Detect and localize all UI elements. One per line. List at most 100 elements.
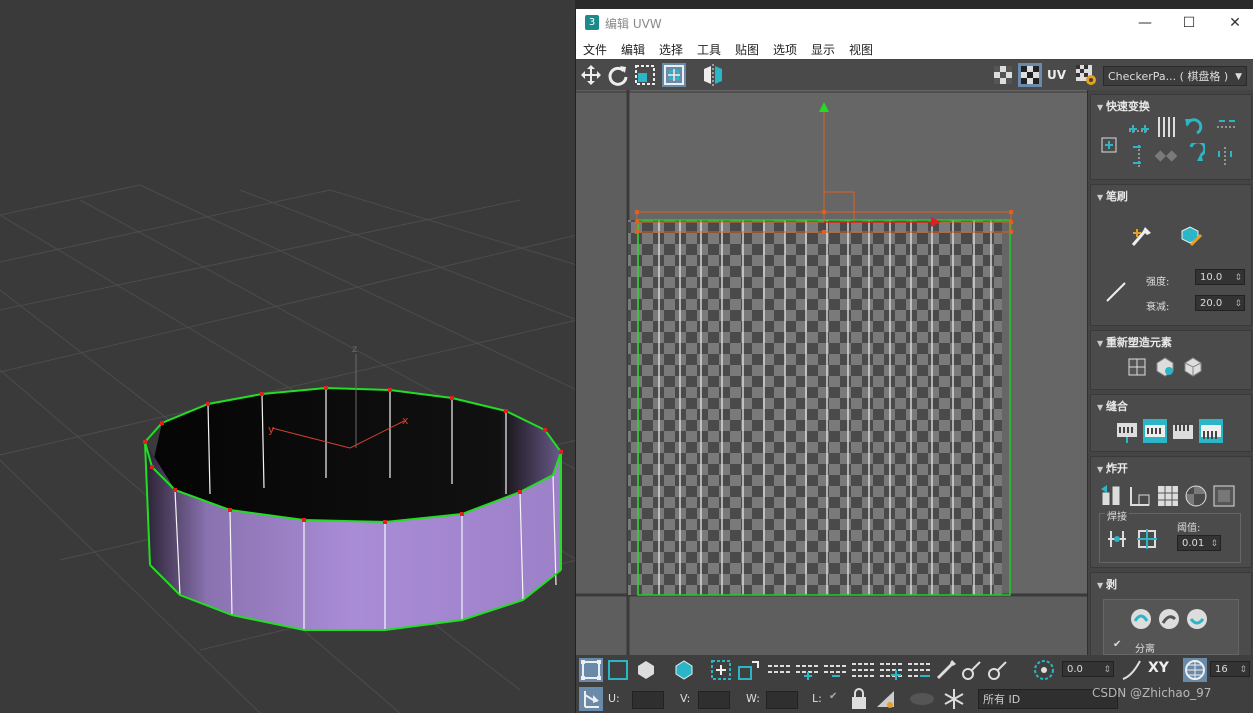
u-field[interactable] <box>632 691 664 709</box>
texture-dropdown[interactable]: CheckerPa... ( 棋盘格 ) ▼ <box>1103 66 1247 86</box>
polygon-select-icon[interactable] <box>634 658 658 682</box>
checker-icon[interactable] <box>1018 63 1042 87</box>
bottom-toolbar: 0.0 XY 16 U: V: W: L: ✔ 所有 ID <box>576 655 1253 713</box>
absolute-offset-icon[interactable] <box>579 687 603 711</box>
strength-spinner[interactable]: 10.0 <box>1195 269 1245 286</box>
rotate-icon[interactable] <box>606 63 630 87</box>
title-bar[interactable]: 3 编辑 UVW — ☐ ✕ <box>576 9 1253 37</box>
set-pivot-icon[interactable] <box>1101 137 1117 153</box>
flatten-by-polygon-icon[interactable] <box>1155 483 1181 509</box>
freeze-icon[interactable] <box>942 687 966 711</box>
minimize-button[interactable]: — <box>1130 12 1160 34</box>
flip-horizontal-icon[interactable] <box>1215 117 1239 137</box>
flip-vertical-icon[interactable] <box>1215 145 1235 169</box>
straighten-icon[interactable] <box>1155 145 1177 167</box>
uv-editor-canvas[interactable] <box>576 90 1087 655</box>
paint-select-icon[interactable] <box>934 658 958 682</box>
edit-uvw-window[interactable]: 3 编辑 UVW — ☐ ✕ 文件 编辑 选择 工具 贴图 选项 显示 视图 U… <box>575 9 1253 713</box>
stitch-custom-icon[interactable] <box>1199 419 1223 443</box>
menu-edit[interactable]: 编辑 <box>621 41 645 58</box>
uv-editor-svg <box>576 90 1087 655</box>
soft-selection-icon[interactable] <box>1032 658 1056 682</box>
loop-select-icon[interactable] <box>850 658 876 682</box>
stitch-to-source-icon[interactable] <box>1171 419 1195 443</box>
peel-mode-icon[interactable] <box>1157 607 1181 631</box>
rollout-title-reshape: 重新塑造元素 <box>1097 334 1172 350</box>
menu-tools[interactable]: 工具 <box>697 41 721 58</box>
freeform-icon[interactable] <box>662 63 686 87</box>
w-field[interactable] <box>766 691 798 709</box>
ring-select-icon[interactable] <box>766 658 792 682</box>
paint-grow-icon[interactable] <box>960 658 984 682</box>
stitch-to-average-icon[interactable] <box>1143 419 1167 443</box>
vertex-select-icon[interactable] <box>579 658 603 682</box>
snap-grid-icon[interactable] <box>1183 658 1207 682</box>
grid-size-spinner[interactable]: 16 <box>1210 661 1250 678</box>
close-button[interactable]: ✕ <box>1220 12 1250 34</box>
loop-shrink-icon[interactable] <box>906 658 932 682</box>
perspective-viewport[interactable]: y x z <box>0 0 577 713</box>
loop-grow-icon[interactable] <box>878 658 904 682</box>
detach-edge-icon[interactable] <box>1127 483 1153 509</box>
menu-view[interactable]: 视图 <box>849 41 873 58</box>
weld-target-icon[interactable] <box>1135 527 1159 551</box>
edge-select-icon[interactable] <box>606 658 630 682</box>
flatten-by-smoothing-icon[interactable] <box>1183 483 1209 509</box>
reset-peel-icon[interactable] <box>1185 607 1209 631</box>
rollout-reshape-elements[interactable]: 重新塑造元素 <box>1090 330 1252 390</box>
rollout-peel[interactable]: 剥 ✔ 分离 <box>1090 572 1252 655</box>
menu-mapping[interactable]: 贴图 <box>735 41 759 58</box>
quick-peel-icon[interactable] <box>1129 607 1153 631</box>
rollout-stitch[interactable]: 缝合 <box>1090 394 1252 452</box>
show-map-icon[interactable] <box>991 63 1015 87</box>
xy-space-button[interactable]: XY <box>1148 660 1169 676</box>
checker-texture <box>628 220 1002 595</box>
move-icon[interactable] <box>579 63 603 87</box>
align-vertical-icon[interactable] <box>1127 143 1151 169</box>
threshold-spinner[interactable]: 0.01 <box>1177 535 1221 552</box>
app-icon: 3 <box>585 15 599 30</box>
align-horizontal-icon[interactable] <box>1127 117 1151 139</box>
shrink-selection-icon[interactable] <box>736 658 760 682</box>
flatten-by-material-icon[interactable] <box>1211 483 1237 509</box>
scale-icon[interactable] <box>633 63 657 87</box>
menu-display[interactable]: 显示 <box>811 41 835 58</box>
ring-shrink-icon[interactable] <box>822 658 848 682</box>
brush-line-icon[interactable] <box>1103 279 1129 305</box>
element-select-icon[interactable] <box>672 658 696 682</box>
grow-selection-icon[interactable] <box>709 658 733 682</box>
l-checkbox[interactable]: ✔ <box>829 691 837 702</box>
weld-selected-icon[interactable] <box>1105 527 1129 551</box>
break-icon[interactable] <box>1099 483 1125 509</box>
straighten-selection-icon[interactable] <box>1125 355 1149 379</box>
texture-settings-icon[interactable] <box>1074 63 1098 87</box>
v-field[interactable] <box>698 691 730 709</box>
relax-icon[interactable] <box>1181 355 1205 379</box>
mirror-icon[interactable] <box>701 63 725 87</box>
falloff-spinner[interactable]: 20.0 <box>1195 295 1245 312</box>
rotate-ccw-icon[interactable] <box>1183 115 1205 139</box>
falloff-curve-icon[interactable] <box>1120 658 1144 682</box>
maximize-button[interactable]: ☐ <box>1174 12 1204 34</box>
paint-move-icon[interactable] <box>1129 225 1153 249</box>
rollout-quick-transform[interactable]: 快速变换 <box>1090 94 1252 180</box>
stitch-to-target-icon[interactable] <box>1115 419 1139 443</box>
ring-grow-icon[interactable] <box>794 658 820 682</box>
uv-toggle-button[interactable]: UV <box>1047 63 1071 87</box>
hide-unselected-icon[interactable] <box>874 687 898 711</box>
show-hidden-icon[interactable] <box>908 687 936 711</box>
rollout-explode[interactable]: 炸开 焊接 阈值: 0.01 <box>1090 456 1252 568</box>
space-columns-icon[interactable] <box>1155 115 1177 139</box>
rotate-cw-icon[interactable] <box>1183 143 1205 167</box>
angle-spinner[interactable]: 0.0 <box>1062 661 1114 678</box>
menu-select[interactable]: 选择 <box>659 41 683 58</box>
rollout-brush[interactable]: 笔刷 强度: 10.0 衰减: 20.0 <box>1090 184 1252 326</box>
menu-file[interactable]: 文件 <box>583 41 607 58</box>
relax-until-flat-icon[interactable] <box>1153 355 1177 379</box>
menu-options[interactable]: 选项 <box>773 41 797 58</box>
relax-brush-icon[interactable] <box>1177 223 1203 249</box>
lock-icon[interactable] <box>848 687 870 711</box>
detach-checkbox[interactable]: ✔ <box>1113 639 1121 650</box>
u-label: U: <box>608 692 620 705</box>
paint-shrink-icon[interactable] <box>986 658 1010 682</box>
